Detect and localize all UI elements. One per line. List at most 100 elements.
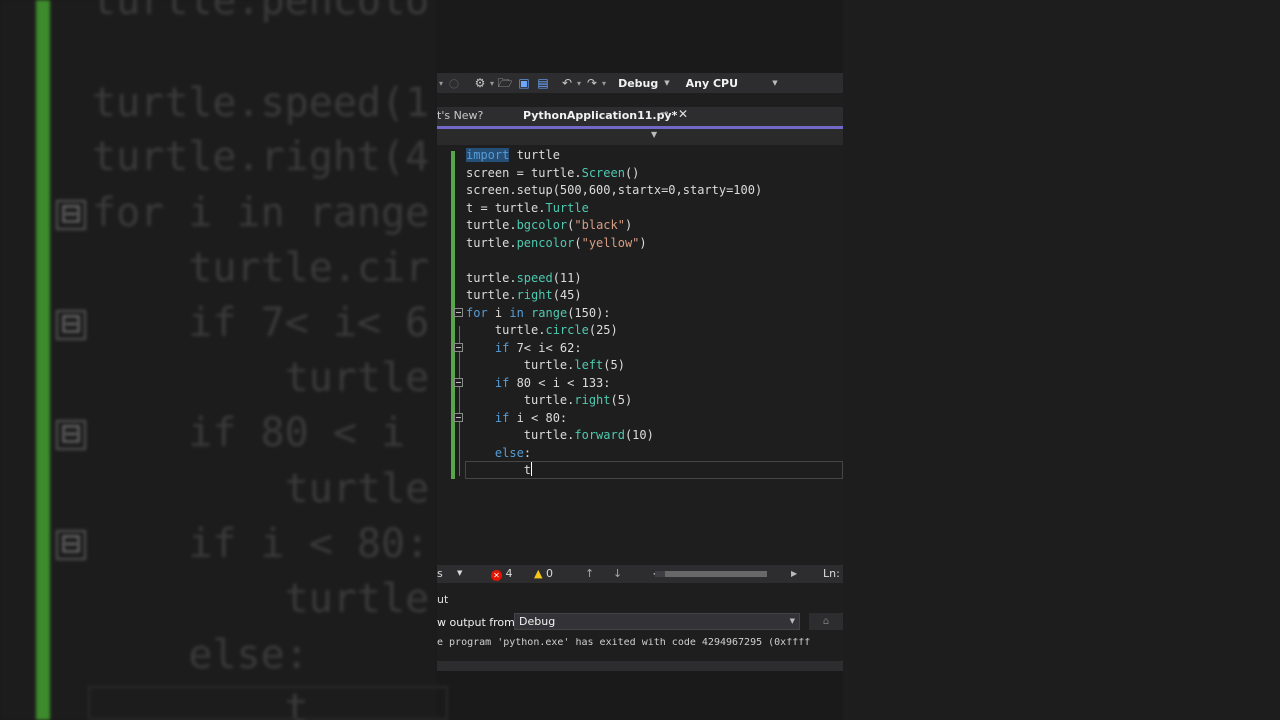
scroll-right-icon[interactable]: ▶ <box>791 569 797 578</box>
down-arrow-icon[interactable]: ↓ <box>613 567 622 580</box>
code-line[interactable]: turtle.bgcolor("black") <box>466 217 762 235</box>
fold-toggle-icon[interactable] <box>454 308 463 317</box>
code-token: turtle. <box>466 393 575 407</box>
output-panel: ut w output from: Debug ▼ ⌂ e program 'p… <box>437 583 843 671</box>
circle-icon[interactable]: ○ <box>446 75 462 91</box>
pin-icon[interactable]: ⊸ <box>660 108 668 119</box>
code-token: (5) <box>603 358 625 372</box>
background-fold-icon: ⊟ <box>56 420 86 450</box>
background-code-line: turtle.speed(1 <box>92 80 430 126</box>
code-token: turtle. <box>466 218 517 232</box>
background-code-line: turtle.cir <box>92 245 430 291</box>
background-code-line: if i < 80: <box>92 521 430 567</box>
navigation-bar[interactable]: ▼ <box>437 129 843 145</box>
editor-status-bar: s ▼ ✕ 4 ▲ 0 ↑ ↓ ◀ ▶ Ln: <box>437 565 843 583</box>
background-code-line: turtle <box>92 466 430 512</box>
tab-python-file[interactable]: PythonApplication11.py* <box>523 109 677 122</box>
fold-toggle-icon[interactable] <box>454 378 463 387</box>
code-token: Turtle <box>545 200 589 215</box>
code-token: turtle. <box>466 323 546 337</box>
code-line[interactable]: turtle.right(5) <box>466 392 762 410</box>
code-token: right <box>574 393 611 407</box>
code-line[interactable]: turtle.pencolor("yellow") <box>466 235 762 253</box>
code-line[interactable]: turtle.forward(10) <box>466 427 762 445</box>
code-token: turtle. <box>466 270 517 285</box>
warning-count[interactable]: ▲ 0 <box>534 567 553 580</box>
up-arrow-icon[interactable]: ↑ <box>585 567 594 580</box>
error-count[interactable]: ✕ 4 <box>491 567 513 581</box>
code-line[interactable]: if 7< i< 62: <box>466 340 762 358</box>
chevron-down-icon[interactable]: ▼ <box>651 130 657 139</box>
code-token: if <box>494 410 510 425</box>
fold-toggle-icon[interactable] <box>454 413 463 422</box>
undo-icon[interactable]: ↶ <box>559 75 575 91</box>
code-line[interactable]: for i in range(150): <box>466 305 762 323</box>
code-line[interactable]: screen = turtle.Screen() <box>466 165 762 183</box>
chevron-down-icon: ▼ <box>772 79 778 87</box>
code-line[interactable]: import turtle <box>466 147 762 165</box>
ide-window: ▾ ○ ⚙ ▾ 🗁 ▣ ▤ ↶ ▾ ↷ ▾ Debug ▼ Any CPU ▼ … <box>437 73 843 671</box>
output-source-label: w output from: <box>437 616 519 629</box>
code-token: pencolor <box>516 235 575 250</box>
code-token: if <box>494 375 510 390</box>
code-line[interactable]: else: <box>466 445 762 463</box>
warning-count-value: 0 <box>545 567 553 580</box>
code-line[interactable]: t <box>466 462 762 480</box>
code-token: turtle <box>509 148 560 162</box>
settings-dropdown-icon[interactable]: ▾ <box>490 79 494 88</box>
code-token: else <box>494 445 524 460</box>
code-token: Screen <box>581 165 625 180</box>
code-editor[interactable]: import turtle screen = turtle.Screen() scr… <box>437 145 843 565</box>
code-line[interactable]: t = turtle.Turtle <box>466 200 762 218</box>
code-token: "black" <box>574 218 625 232</box>
code-token: for <box>466 305 488 320</box>
output-source-select[interactable]: Debug ▼ <box>514 613 800 630</box>
nav-arrow-icon[interactable]: ▾ <box>439 79 443 88</box>
code-token: 7< i< 62: <box>509 340 582 355</box>
settings-icon[interactable]: ⚙ <box>472 75 488 91</box>
tab-strip: t's New? PythonApplication11.py* ⊸ ✕ <box>437 107 843 126</box>
tab-whats-new[interactable]: t's New? <box>437 109 483 122</box>
code-token: t = turtle. <box>466 200 546 215</box>
error-icon: ✕ <box>491 570 502 581</box>
config-dropdown[interactable]: Debug ▼ <box>614 75 674 91</box>
chevron-down-icon: ▼ <box>789 617 795 625</box>
code-line[interactable]: screen.setup(500,600,startx=0,starty=100… <box>466 182 762 200</box>
output-action-icon[interactable]: ⌂ <box>809 613 843 630</box>
save-icon[interactable]: ▣ <box>516 75 532 91</box>
code-line[interactable] <box>466 252 762 270</box>
platform-dropdown[interactable]: Any CPU ▼ <box>682 75 782 91</box>
fold-toggle-icon[interactable] <box>454 343 463 352</box>
redo-icon[interactable]: ↷ <box>584 75 600 91</box>
code-token: bgcolor <box>516 218 568 232</box>
code-token: import <box>466 148 510 162</box>
undo-dropdown-icon[interactable]: ▾ <box>577 79 581 88</box>
code-line[interactable]: if 80 < i < 133: <box>466 375 762 393</box>
open-folder-icon[interactable]: 🗁 <box>497 75 513 91</box>
chevron-down-icon[interactable]: ▼ <box>457 569 462 577</box>
code-line[interactable]: turtle.right(45) <box>466 287 762 305</box>
background-code-line: turtle <box>92 576 430 622</box>
code-token: turtle. <box>466 358 575 372</box>
scrollbar-thumb[interactable] <box>665 571 767 577</box>
code-token: (10) <box>624 428 654 442</box>
code-line[interactable]: turtle.left(5) <box>466 357 762 375</box>
code-token: right <box>516 288 553 302</box>
line-indicator: Ln: <box>823 567 840 580</box>
code-token: turtle. <box>466 288 517 302</box>
code-token: (5) <box>610 393 633 407</box>
error-count-value: 4 <box>505 567 513 580</box>
code-token: ) <box>624 218 633 232</box>
code-line[interactable]: if i < 80: <box>466 410 762 428</box>
code-text[interactable]: import turtle screen = turtle.Screen() scr… <box>466 147 762 480</box>
chevron-down-icon: ▼ <box>664 79 670 87</box>
code-token: speed <box>516 270 553 285</box>
background-change-bar <box>36 0 50 720</box>
code-line[interactable]: turtle.speed(11) <box>466 270 762 288</box>
close-icon[interactable]: ✕ <box>678 107 688 121</box>
redo-dropdown-icon[interactable]: ▾ <box>602 79 606 88</box>
save-all-icon[interactable]: ▤ <box>535 75 551 91</box>
code-line[interactable]: turtle.circle(25) <box>466 322 762 340</box>
